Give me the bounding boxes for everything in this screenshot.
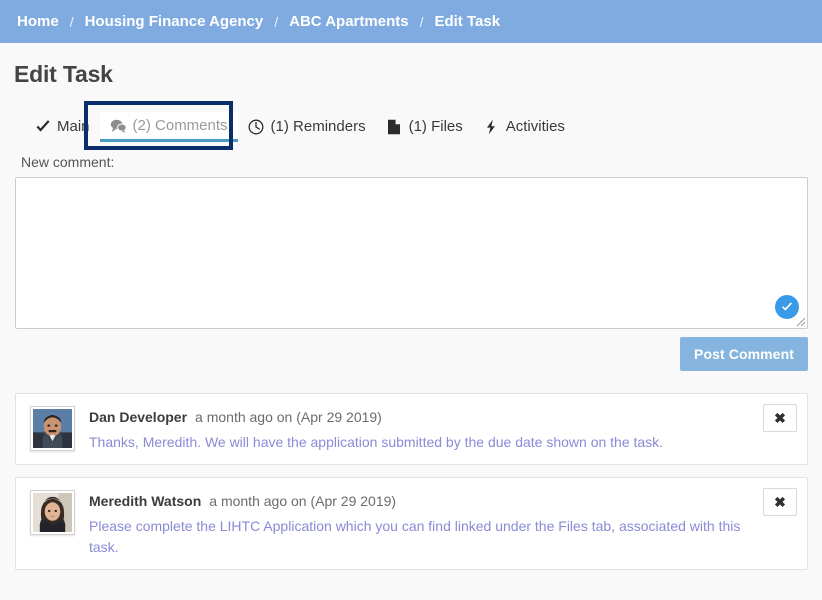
page-title: Edit Task <box>14 61 113 87</box>
comments-icon <box>110 117 127 134</box>
comments-list: Dan Developer a month ago on (Apr 29 2019… <box>15 393 808 570</box>
tab-activities[interactable]: Activities <box>473 113 575 142</box>
delete-comment-button[interactable]: ✖ <box>763 404 797 432</box>
lightning-icon <box>483 118 500 135</box>
avatar <box>30 406 75 451</box>
comment-content: Meredith Watson a month ago on (Apr 29 20… <box>89 490 797 557</box>
tab-label: (1) Reminders <box>270 118 366 135</box>
tab-comments[interactable]: (2) Comments <box>99 112 238 142</box>
comment-timestamp: a month ago on (Apr 29 2019) <box>195 409 382 425</box>
tab-label: Main <box>57 118 90 135</box>
comment-meta: Dan Developer a month ago on (Apr 29 2019… <box>89 409 797 425</box>
comment-meta: Meredith Watson a month ago on (Apr 29 20… <box>89 493 797 509</box>
check-icon <box>34 118 51 135</box>
new-comment-label: New comment: <box>21 154 115 170</box>
breadcrumb-item-housing-finance-agency[interactable]: Housing Finance Agency <box>85 13 264 30</box>
file-icon <box>386 118 403 135</box>
tab-main[interactable]: Main <box>24 113 100 142</box>
breadcrumb: Home / Housing Finance Agency / ABC Apar… <box>0 0 822 43</box>
comment-item: Dan Developer a month ago on (Apr 29 2019… <box>15 393 808 466</box>
comment-text: Thanks, Meredith. We will have the appli… <box>89 434 664 450</box>
breadcrumb-item-abc-apartments[interactable]: ABC Apartments <box>289 13 408 30</box>
comment-author: Meredith Watson <box>89 493 202 510</box>
comment-text: Please complete the LIHTC Application wh… <box>89 518 741 555</box>
clock-icon <box>248 118 265 135</box>
comment-author: Dan Developer <box>89 409 188 425</box>
tab-label: Activities <box>505 118 565 135</box>
tab-files[interactable]: (1) Files <box>376 113 473 142</box>
comment-timestamp: a month ago on (Apr 29 2019) <box>209 493 397 510</box>
post-comment-row: Post Comment <box>0 337 808 371</box>
delete-comment-button[interactable]: ✖ <box>763 488 797 517</box>
close-icon: ✖ <box>774 494 786 511</box>
comment-item: Meredith Watson a month ago on (Apr 29 20… <box>15 477 808 570</box>
tab-label: (2) Comments <box>132 117 228 134</box>
new-comment-input[interactable] <box>15 177 808 329</box>
tab-reminders[interactable]: (1) Reminders <box>238 113 376 142</box>
avatar <box>30 490 75 536</box>
breadcrumb-separator: / <box>274 13 279 30</box>
check-circle-icon <box>775 295 799 319</box>
breadcrumb-separator: / <box>69 13 74 30</box>
breadcrumb-separator: / <box>419 13 424 30</box>
comment-content: Dan Developer a month ago on (Apr 29 2019… <box>89 406 797 452</box>
breadcrumb-item-edit-task[interactable]: Edit Task <box>434 13 500 30</box>
breadcrumb-item-home[interactable]: Home <box>17 13 59 30</box>
post-comment-button[interactable]: Post Comment <box>680 337 808 371</box>
close-icon: ✖ <box>774 410 786 426</box>
tab-label: (1) Files <box>408 118 463 135</box>
new-comment-area <box>15 177 808 329</box>
tab-bar: Main (2) Comments (1) Reminders (1) File… <box>0 101 822 150</box>
